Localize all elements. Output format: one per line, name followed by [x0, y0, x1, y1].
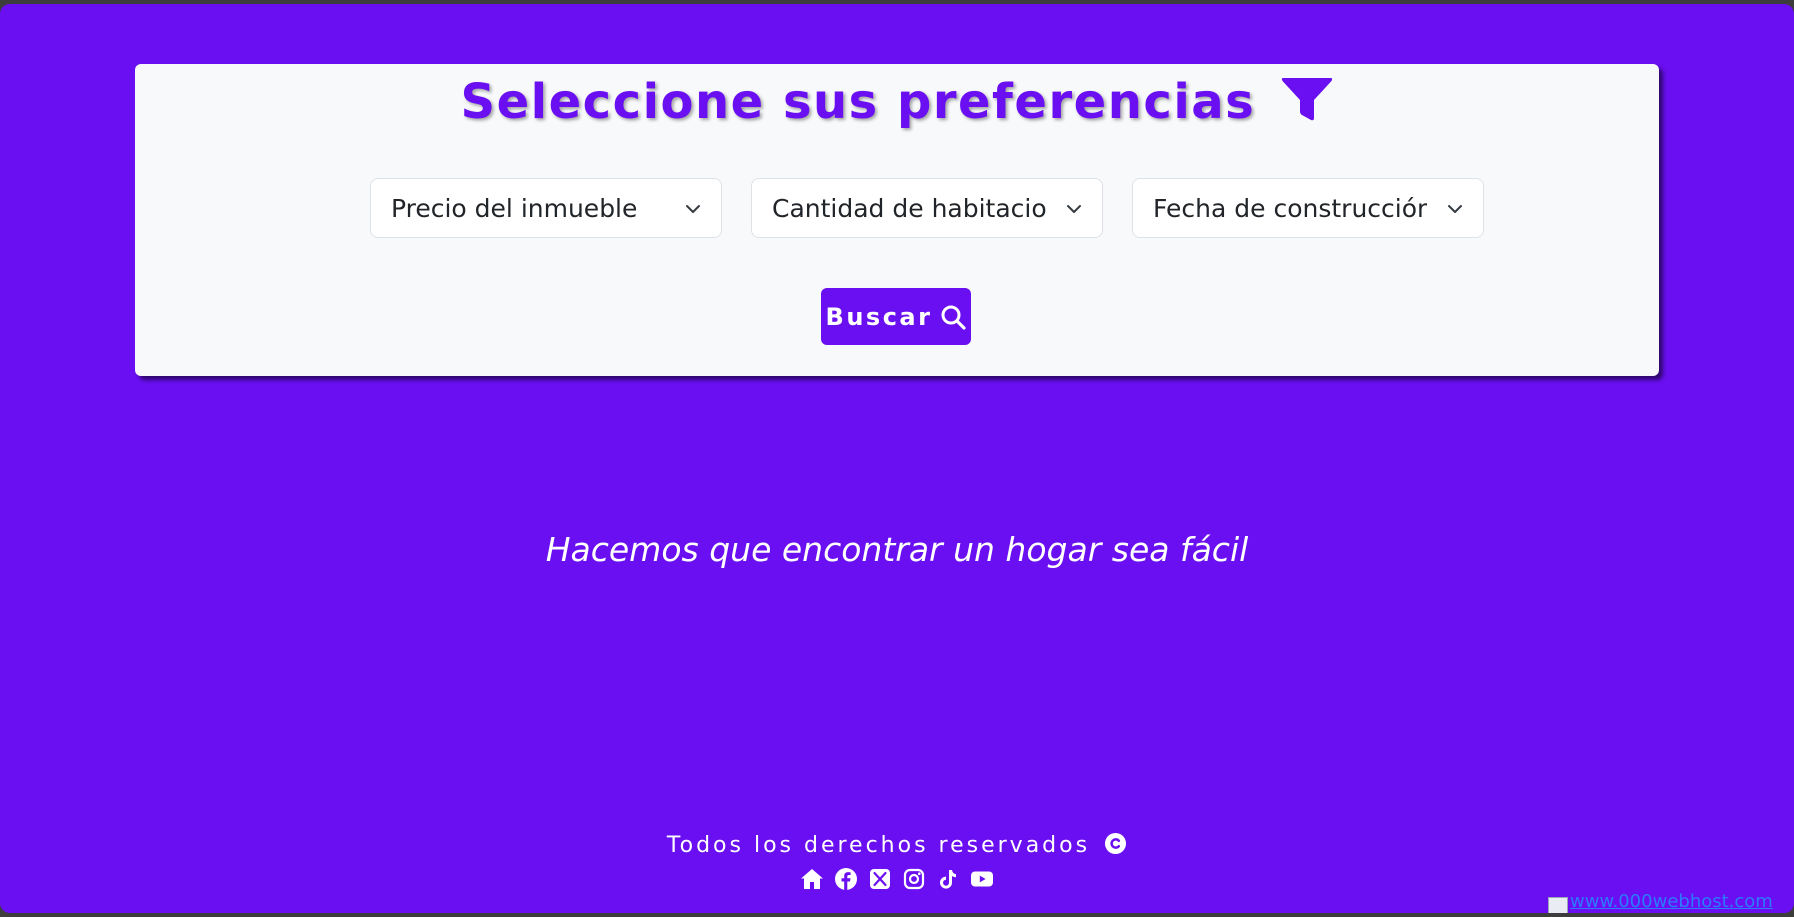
footer-rights-text: Todos los derechos reservados [666, 833, 1091, 858]
search-button[interactable]: Buscar [821, 288, 971, 345]
host-badge-link[interactable]: www.000webhost.com [1548, 891, 1773, 913]
rooms-select-value: Cantidad de habitaciones [772, 193, 1046, 223]
tagline: Hacemos que encontrar un hogar sea fácil [545, 530, 1249, 569]
x-twitter-icon[interactable] [867, 867, 893, 891]
chevron-down-icon [686, 205, 700, 213]
tiktok-icon[interactable] [935, 867, 961, 891]
filter-icon [1281, 76, 1333, 122]
home-icon[interactable] [799, 867, 825, 891]
price-select-value: Precio del inmueble [391, 193, 638, 223]
copyright-icon [1104, 832, 1127, 855]
social-links [0, 867, 1794, 891]
construction-date-select[interactable]: Fecha de construcción [1132, 178, 1484, 238]
footer-rights: Todos los derechos reservados [0, 832, 1794, 858]
instagram-icon[interactable] [901, 867, 927, 891]
youtube-icon[interactable] [969, 867, 995, 891]
chevron-down-icon [1067, 205, 1081, 213]
filter-card-title: Seleccione sus preferencias [460, 74, 1256, 130]
search-icon [941, 305, 967, 330]
rooms-select[interactable]: Cantidad de habitaciones [751, 178, 1103, 238]
search-button-label: Buscar [825, 302, 933, 331]
facebook-icon[interactable] [833, 867, 859, 891]
construction-date-select-value: Fecha de construcción [1153, 193, 1427, 223]
host-badge-text: www.000webhost.com [1570, 891, 1773, 912]
page-title: Seleccione sus preferencias [135, 74, 1659, 130]
filter-card: Seleccione sus preferencias Precio del i… [135, 64, 1659, 376]
chevron-down-icon [1448, 205, 1462, 213]
page-viewport: Seleccione sus preferencias Precio del i… [0, 4, 1794, 913]
price-select[interactable]: Precio del inmueble [370, 178, 722, 238]
broken-image-icon [1548, 897, 1568, 913]
